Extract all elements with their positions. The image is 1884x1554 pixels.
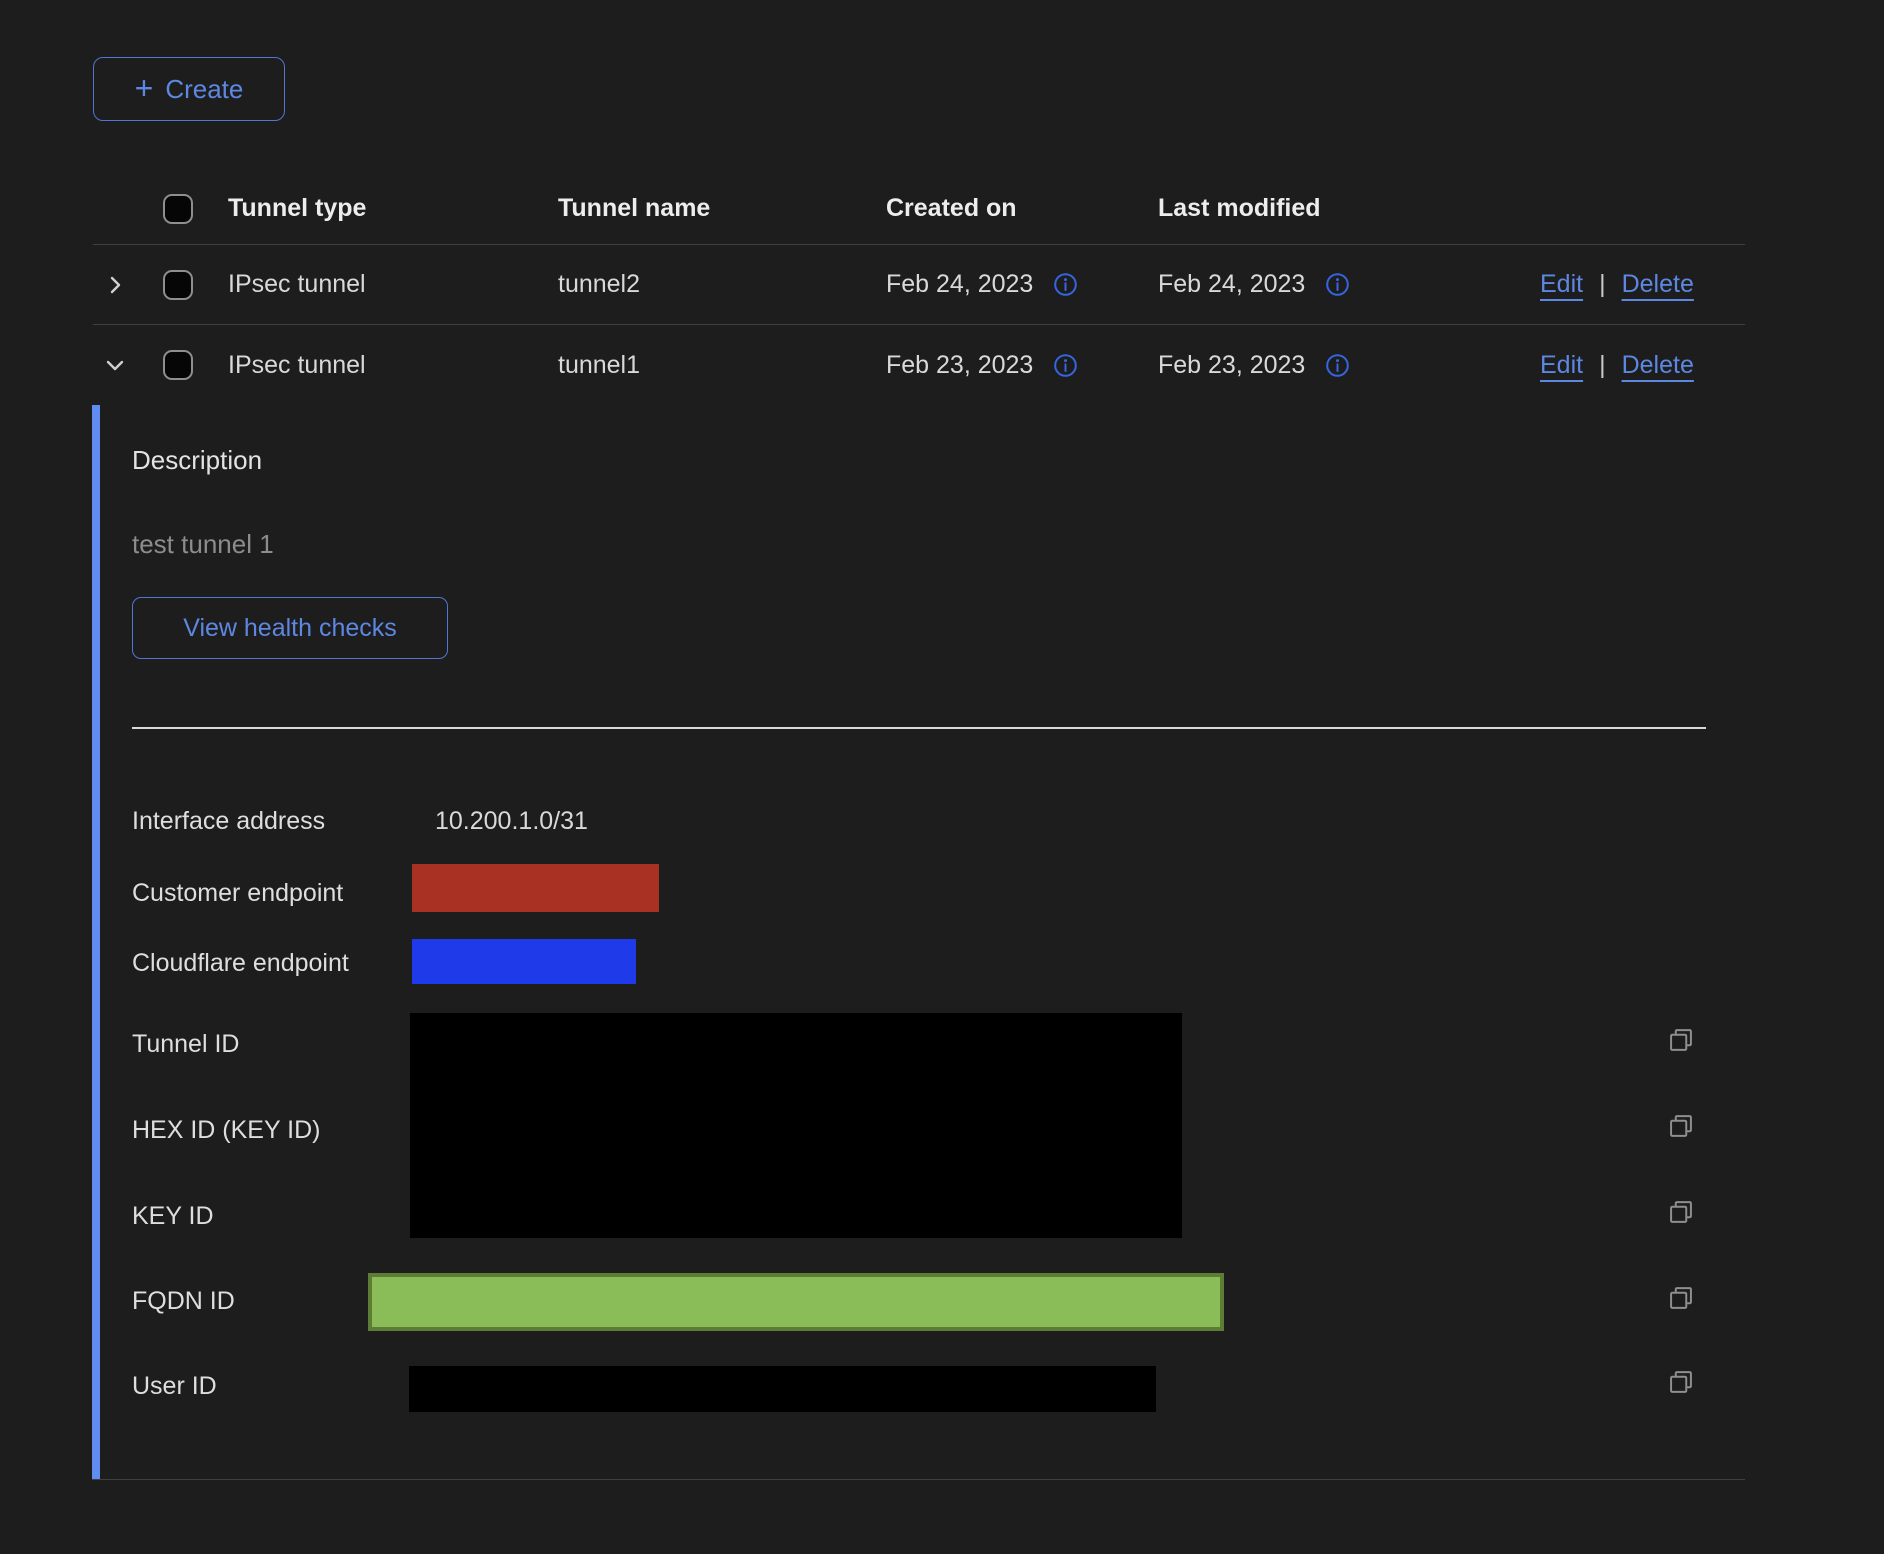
action-separator: |	[1599, 351, 1606, 380]
collapse-row-button[interactable]	[93, 353, 163, 377]
create-button-label: Create	[165, 74, 243, 105]
chevron-down-icon	[103, 353, 127, 377]
tunnel-detail-panel: Description test tunnel 1 View health ch…	[92, 405, 1745, 1480]
header-last-modified: Last modified	[1158, 194, 1540, 223]
info-icon[interactable]	[1325, 272, 1350, 297]
copy-icon	[1667, 1112, 1695, 1140]
copy-fqdn-id-button[interactable]	[1667, 1284, 1695, 1312]
create-button[interactable]: + Create	[93, 57, 285, 121]
row-checkbox[interactable]	[163, 350, 193, 380]
header-created-on: Created on	[886, 194, 1158, 223]
action-separator: |	[1599, 270, 1606, 299]
copy-user-id-button[interactable]	[1667, 1368, 1695, 1396]
user-id-label: User ID	[132, 1371, 217, 1401]
edit-link[interactable]: Edit	[1540, 270, 1583, 299]
interface-address-label: Interface address	[132, 806, 325, 836]
customer-endpoint-label: Customer endpoint	[132, 878, 343, 908]
view-health-checks-button[interactable]: View health checks	[132, 597, 448, 659]
table-header-row: Tunnel type Tunnel name Created on Last …	[93, 173, 1745, 245]
header-tunnel-type: Tunnel type	[228, 194, 558, 223]
chevron-right-icon	[103, 273, 127, 297]
key-id-label: KEY ID	[132, 1201, 214, 1231]
info-icon[interactable]	[1053, 272, 1078, 297]
copy-tunnel-id-button[interactable]	[1667, 1026, 1695, 1054]
created-on-cell: Feb 24, 2023	[886, 270, 1033, 299]
expand-row-button[interactable]	[93, 273, 163, 297]
copy-hex-id-button[interactable]	[1667, 1112, 1695, 1140]
copy-icon	[1667, 1026, 1695, 1054]
edit-link[interactable]: Edit	[1540, 351, 1583, 380]
copy-key-id-button[interactable]	[1667, 1198, 1695, 1226]
select-all-checkbox[interactable]	[163, 194, 193, 224]
section-divider	[132, 727, 1706, 729]
table-row: IPsec tunnel tunnel1 Feb 23, 2023 Feb 23…	[93, 325, 1745, 405]
user-id-redacted-value	[409, 1366, 1156, 1412]
copy-icon	[1667, 1284, 1695, 1312]
cloudflare-endpoint-label: Cloudflare endpoint	[132, 948, 349, 978]
delete-link[interactable]: Delete	[1622, 351, 1694, 380]
tunnel-type-cell: IPsec tunnel	[228, 270, 558, 299]
description-label: Description	[132, 445, 262, 476]
tunnels-page: + Create Tunnel type Tunnel name Created…	[0, 0, 1884, 1554]
tunnel-type-cell: IPsec tunnel	[228, 351, 558, 380]
created-on-cell: Feb 23, 2023	[886, 351, 1033, 380]
cloudflare-endpoint-redacted-value	[412, 939, 636, 984]
customer-endpoint-redacted-value	[412, 864, 659, 912]
tunnel-name-cell: tunnel2	[558, 270, 886, 299]
copy-icon	[1667, 1198, 1695, 1226]
expanded-accent-bar	[92, 405, 100, 1479]
plus-icon: +	[135, 72, 154, 104]
hex-id-label: HEX ID (KEY ID)	[132, 1115, 320, 1145]
description-value: test tunnel 1	[132, 529, 274, 560]
fqdn-id-redacted-value	[368, 1273, 1224, 1331]
info-icon[interactable]	[1053, 353, 1078, 378]
table-row: IPsec tunnel tunnel2 Feb 24, 2023 Feb 24…	[93, 245, 1745, 325]
fqdn-id-label: FQDN ID	[132, 1286, 235, 1316]
ids-redacted-value	[410, 1013, 1182, 1238]
copy-icon	[1667, 1368, 1695, 1396]
tunnel-name-cell: tunnel1	[558, 351, 886, 380]
row-checkbox[interactable]	[163, 270, 193, 300]
header-tunnel-name: Tunnel name	[558, 194, 886, 223]
tunnel-id-label: Tunnel ID	[132, 1029, 239, 1059]
delete-link[interactable]: Delete	[1622, 270, 1694, 299]
tunnels-table: Tunnel type Tunnel name Created on Last …	[93, 173, 1745, 405]
interface-address-value: 10.200.1.0/31	[435, 806, 588, 836]
view-health-checks-label: View health checks	[183, 614, 397, 643]
last-modified-cell: Feb 23, 2023	[1158, 351, 1305, 380]
last-modified-cell: Feb 24, 2023	[1158, 270, 1305, 299]
info-icon[interactable]	[1325, 353, 1350, 378]
